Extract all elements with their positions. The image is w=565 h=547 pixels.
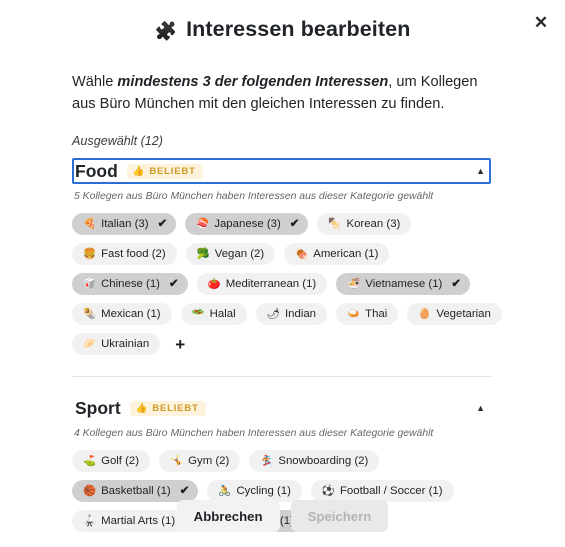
thumbs-up-icon: 👍	[132, 165, 146, 177]
dumpling-icon: 🥟	[83, 338, 97, 351]
chevron-up-icon[interactable]: ▲	[476, 403, 485, 413]
chip-pizza[interactable]: 🍕 Italian (3) ✔	[72, 213, 177, 236]
page-title-text: Interessen bearbeiten	[186, 17, 411, 41]
chip-label: Halal	[209, 307, 236, 320]
soccer-ball-icon: ⚽	[321, 485, 335, 498]
popular-badge-food: 👍 BELIEBT	[126, 163, 203, 180]
cancel-button[interactable]: Abbrechen	[176, 500, 280, 532]
gymnast-icon: 🤸	[170, 455, 184, 468]
category-subtitle-sport: 4 Kollegen aus Büro München haben Intere…	[74, 428, 434, 440]
salad-icon: 🥗	[191, 308, 205, 321]
chip-meat[interactable]: 🍖 American (1)	[284, 243, 390, 266]
snowboarder-icon: 🏂	[260, 455, 274, 468]
pizza-icon: 🍕	[83, 218, 97, 231]
chip-label: Italian (3)	[101, 217, 149, 230]
basketball-icon: 🏀	[83, 485, 97, 498]
chip-egg[interactable]: 🥚 Vegetarian	[407, 303, 502, 326]
chip-label: Ukrainian	[101, 337, 150, 350]
tomato-icon: 🍅	[207, 278, 221, 291]
chip-chili-pepper[interactable]: 🌶 Indian	[255, 303, 328, 326]
save-button[interactable]: Speichern	[290, 500, 389, 532]
category-header-food[interactable]: Food 👍 BELIEBT ▲	[72, 158, 491, 185]
chip-curry-rice[interactable]: 🍛 Thai	[336, 303, 399, 326]
chip-label: Basketball (1)	[101, 484, 171, 497]
chip-label: Indian	[284, 307, 317, 320]
chip-list-food: 🍕 Italian (3) ✔ 🍣 Japanese (3) ✔ 🍢 Korean (3) 🍔 F…	[72, 213, 504, 356]
chevron-up-icon[interactable]: ▲	[476, 166, 485, 176]
section-divider	[72, 376, 491, 378]
edit-interests-modal: ✕ 🧩 Interessen bearbeiten Wähle mindeste…	[0, 0, 565, 547]
chip-burrito[interactable]: 🌯 Mexican (1)	[72, 303, 172, 326]
chip-burger[interactable]: 🍔 Fast food (2)	[72, 243, 177, 266]
puzzle-piece-icon: 🧩	[154, 20, 178, 41]
chip-takeout-box[interactable]: 🥡 Chinese (1) ✔	[72, 273, 188, 296]
category-food: Food 👍 BELIEBT ▲ 5 Kollegen aus Büro Mün…	[72, 158, 502, 356]
chip-golf-flag[interactable]: ⛳ Golf (2)	[72, 450, 151, 473]
check-icon: ✔	[168, 277, 179, 290]
chip-label: Thai	[365, 307, 388, 320]
check-icon: ✔	[451, 277, 461, 290]
popular-badge-label: BELIEBT	[152, 402, 199, 414]
chip-label: Korean (3)	[346, 217, 401, 230]
selected-count-label: Ausgewählt (12)	[72, 134, 164, 149]
burger-icon: 🍔	[83, 248, 97, 261]
chip-label: Vegan (2)	[214, 247, 265, 260]
chip-tomato[interactable]: 🍅 Mediterranean (1)	[196, 273, 328, 296]
modal-body: Wähle mindestens 3 der folgenden Interes…	[0, 71, 565, 533]
chip-dumpling[interactable]: 🥟 Ukrainian	[72, 333, 161, 356]
chip-snowboarder[interactable]: 🏂 Snowboarding (2)	[249, 450, 380, 473]
intro-prefix: Wähle	[72, 74, 118, 90]
chip-gymnast[interactable]: 🤸 Gym (2)	[159, 450, 241, 473]
check-icon: ✔	[289, 217, 300, 230]
intro-text: Wähle mindestens 3 der folgenden Interes…	[72, 71, 492, 115]
oden-icon: 🍢	[328, 218, 342, 231]
egg-icon: 🥚	[418, 308, 432, 321]
chili-pepper-icon: 🌶	[266, 308, 280, 321]
sushi-icon: 🍣	[196, 218, 210, 231]
check-icon: ✔	[157, 217, 168, 230]
noodle-bowl-icon: 🍜	[347, 278, 361, 291]
broccoli-icon: 🥦	[196, 248, 210, 261]
golf-flag-icon: ⛳	[83, 455, 97, 468]
category-title-food: Food	[75, 160, 118, 181]
check-icon: ✔	[179, 484, 190, 497]
category-subtitle-food: 5 Kollegen aus Büro München haben Intere…	[74, 191, 434, 203]
popular-badge-sport: 👍 BELIEBT	[129, 400, 206, 417]
category-title-sport: Sport	[75, 397, 121, 418]
chip-label: Gym (2)	[188, 454, 230, 467]
cyclist-icon: 🚴	[218, 485, 232, 498]
thumbs-up-icon: 👍	[135, 402, 149, 414]
chip-label: Mediterranean (1)	[225, 277, 317, 290]
add-interest-icon[interactable]: +	[169, 333, 191, 355]
chip-label: Fast food (2)	[101, 247, 166, 260]
popular-badge-label: BELIEBT	[149, 165, 196, 177]
chip-label: Vegetarian	[436, 307, 491, 320]
chip-label: Golf (2)	[101, 454, 140, 467]
category-header-sport[interactable]: Sport 👍 BELIEBT ▲	[72, 395, 491, 422]
curry-rice-icon: 🍛	[347, 308, 361, 321]
takeout-box-icon: 🥡	[83, 278, 97, 291]
chip-oden[interactable]: 🍢 Korean (3)	[317, 213, 412, 236]
page-title: 🧩 Interessen bearbeiten	[0, 0, 565, 42]
modal-footer: Abbrechen Speichern	[0, 500, 565, 532]
chip-label: Snowboarding (2)	[278, 454, 369, 467]
chip-label: Cycling (1)	[236, 484, 291, 497]
chip-label: Mexican (1)	[101, 307, 161, 320]
chip-sushi[interactable]: 🍣 Japanese (3) ✔	[185, 213, 309, 236]
chip-label: Vietnamese (1)	[365, 277, 443, 290]
chip-salad[interactable]: 🥗 Halal	[180, 303, 247, 326]
close-icon[interactable]: ✕	[527, 8, 555, 36]
chip-label: American (1)	[313, 247, 379, 260]
intro-emphasis: mindestens 3 der folgenden Interessen	[117, 74, 389, 90]
chip-noodle-bowl[interactable]: 🍜 Vietnamese (1) ✔	[336, 273, 470, 296]
chip-broccoli[interactable]: 🥦 Vegan (2)	[185, 243, 276, 266]
burrito-icon: 🌯	[83, 308, 97, 321]
meat-icon: 🍖	[295, 248, 309, 261]
chip-label: Japanese (3)	[214, 217, 281, 230]
chip-label: Football / Soccer (1)	[339, 484, 443, 497]
chip-label: Chinese (1)	[101, 277, 160, 290]
